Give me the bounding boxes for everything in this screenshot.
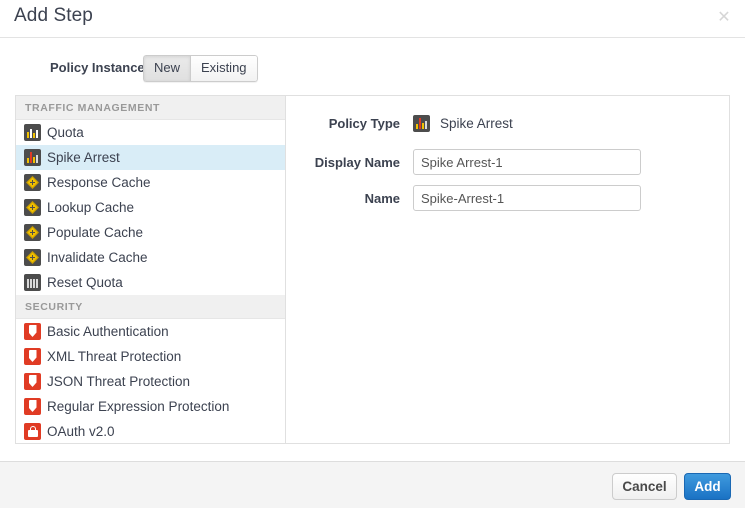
sidebar-item-lookup-cache[interactable]: Lookup Cache [16, 195, 285, 220]
sidebar-item-label: Regular Expression Protection [47, 399, 229, 414]
policy-type-name: Spike Arrest [440, 116, 513, 131]
sidebar-section-header-security: SECURITY [16, 295, 285, 319]
sidebar-item-label: Response Cache [47, 175, 151, 190]
bar-chart-icon [413, 115, 430, 132]
sidebar-item-response-cache[interactable]: Response Cache [16, 170, 285, 195]
display-name-input[interactable] [413, 149, 641, 175]
policy-picker-panel: TRAFFIC MANAGEMENT Quota Spike Arrest Re… [15, 95, 730, 444]
shield-icon [24, 348, 41, 365]
bar-chart-icon [24, 124, 41, 141]
sidebar-item-label: Invalidate Cache [47, 250, 148, 265]
diamond-icon [24, 249, 41, 266]
sidebar-item-json-threat-protection[interactable]: JSON Threat Protection [16, 369, 285, 394]
policy-instance-option-new[interactable]: New [143, 55, 190, 82]
sidebar-section-header-traffic-management: TRAFFIC MANAGEMENT [16, 96, 285, 120]
policy-instance-label: Policy Instance [50, 60, 145, 75]
sidebar-item-quota[interactable]: Quota [16, 120, 285, 145]
sidebar-item-oauth-v2[interactable]: OAuth v2.0 [16, 419, 285, 443]
dialog-footer: Cancel Add [0, 461, 745, 508]
name-input[interactable] [413, 185, 641, 211]
sidebar-item-spike-arrest[interactable]: Spike Arrest [16, 145, 285, 170]
name-row: Name [286, 185, 641, 211]
shield-icon [24, 398, 41, 415]
page-title: Add Step [14, 5, 93, 27]
policy-type-row: Policy Type Spike Arrest [286, 115, 513, 132]
policy-category-sidebar[interactable]: TRAFFIC MANAGEMENT Quota Spike Arrest Re… [16, 96, 286, 443]
sidebar-item-xml-threat-protection[interactable]: XML Threat Protection [16, 344, 285, 369]
sidebar-item-label: Spike Arrest [47, 150, 120, 165]
policy-instance-toggle[interactable]: New Existing [143, 55, 258, 82]
bar-chart-icon [24, 274, 41, 291]
sidebar-item-label: Quota [47, 125, 84, 140]
display-name-row: Display Name [286, 149, 641, 175]
sidebar-item-label: Populate Cache [47, 225, 143, 240]
policy-instance-option-existing[interactable]: Existing [190, 55, 258, 82]
sidebar-item-reset-quota[interactable]: Reset Quota [16, 270, 285, 295]
sidebar-item-label: Lookup Cache [47, 200, 134, 215]
sidebar-item-label: OAuth v2.0 [47, 424, 115, 439]
sidebar-item-label: Reset Quota [47, 275, 123, 290]
sidebar-item-label: Basic Authentication [47, 324, 169, 339]
sidebar-item-basic-authentication[interactable]: Basic Authentication [16, 319, 285, 344]
sidebar-item-invalidate-cache[interactable]: Invalidate Cache [16, 245, 285, 270]
close-icon[interactable]: ✕ [715, 8, 733, 26]
sidebar-item-label: XML Threat Protection [47, 349, 181, 364]
policy-detail-form: Policy Type Spike Arrest Display Name Na… [286, 96, 729, 443]
sidebar-item-label: JSON Threat Protection [47, 374, 190, 389]
policy-type-label: Policy Type [286, 116, 413, 131]
bar-chart-icon [24, 149, 41, 166]
diamond-icon [24, 224, 41, 241]
sidebar-item-regular-expression-protection[interactable]: Regular Expression Protection [16, 394, 285, 419]
dialog-header: Add Step ✕ [0, 0, 745, 38]
sidebar-item-populate-cache[interactable]: Populate Cache [16, 220, 285, 245]
diamond-icon [24, 174, 41, 191]
policy-type-value: Spike Arrest [413, 115, 513, 132]
cancel-button[interactable]: Cancel [612, 473, 677, 500]
add-button[interactable]: Add [684, 473, 731, 500]
shield-icon [24, 373, 41, 390]
diamond-icon [24, 199, 41, 216]
display-name-label: Display Name [286, 155, 413, 170]
lock-icon [24, 423, 41, 440]
shield-icon [24, 323, 41, 340]
name-label: Name [286, 191, 413, 206]
